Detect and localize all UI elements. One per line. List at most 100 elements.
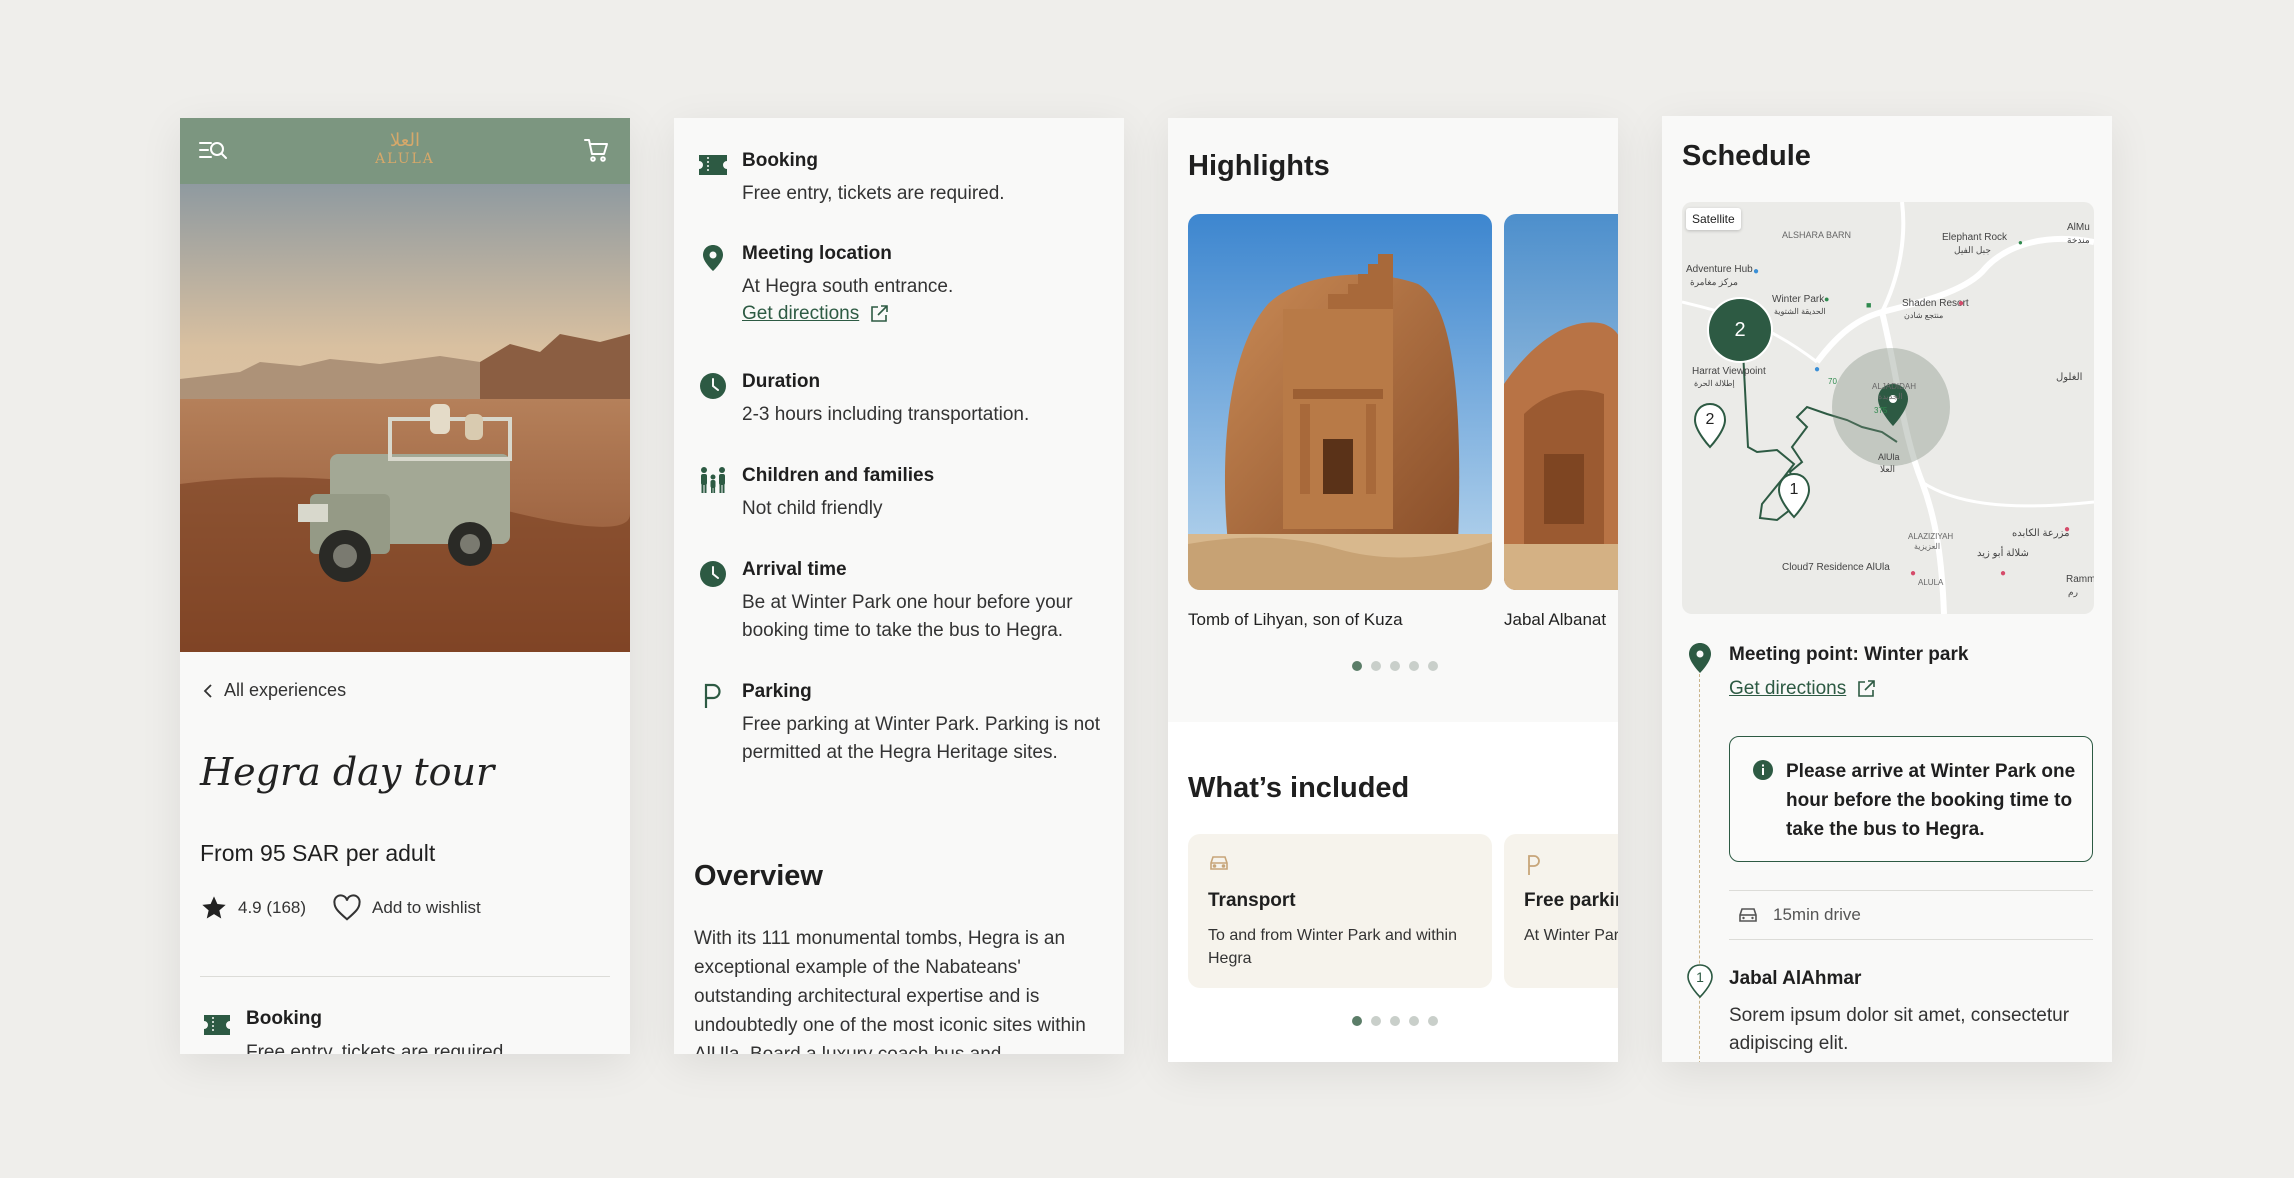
meeting-title: Meeting location — [742, 243, 892, 264]
map-label: العزيزية — [1914, 542, 1941, 551]
pagination-dot[interactable] — [1409, 1016, 1419, 1026]
pagination-dot[interactable] — [1390, 1016, 1400, 1026]
info-icon — [1753, 760, 1773, 780]
highlights-panel: Highlights Tomb of Lihyan, son of Kuza J… — [1168, 118, 1618, 1062]
pagination-dot[interactable] — [1352, 661, 1362, 671]
page-title: Hegra day tour — [200, 750, 495, 794]
map-road-label: 70 — [1828, 377, 1837, 386]
pagination-dot[interactable] — [1371, 661, 1381, 671]
get-directions-label: Get directions — [742, 303, 860, 324]
included-text: At Winter Park — [1524, 927, 1618, 944]
family-icon — [701, 467, 725, 493]
tour-detail-panel: العلا ALULA All experiences Hegra day to… — [180, 118, 630, 1054]
map-stop-marker[interactable]: 1 — [1776, 472, 1812, 520]
divider — [200, 976, 610, 977]
map-label: AlMu — [2067, 222, 2090, 233]
booking-title: Booking — [742, 150, 818, 171]
clock-icon — [700, 373, 726, 399]
cluster-count: 2 — [1734, 318, 1746, 341]
map-poi-icon: ● — [1753, 266, 1760, 277]
location-pin-icon — [1689, 643, 1711, 673]
map-poi-icon: ● — [1958, 298, 1965, 309]
map-label: مركز مغامرة — [1690, 277, 1738, 287]
booking-text: Free entry, tickets are required. — [246, 1042, 509, 1054]
parking-title: Parking — [742, 681, 812, 702]
highlight-image-jabal-albanat[interactable] — [1504, 214, 1618, 590]
info-children: Children and families Not child friendly — [698, 463, 1108, 523]
tour-info-panel: Booking Free entry, tickets are required… — [674, 118, 1124, 1054]
map-label: الغلول — [2056, 372, 2083, 383]
stop-title: Jabal AlAhmar — [1729, 968, 1862, 989]
timeline-line — [1699, 674, 1700, 1062]
satellite-toggle[interactable]: Satellite — [1686, 208, 1741, 230]
all-experiences-link[interactable]: All experiences — [202, 680, 346, 701]
stop-marker: 1 — [1685, 964, 1715, 998]
highlights-title: Highlights — [1188, 150, 1330, 182]
map-label: العلا — [1880, 464, 1895, 474]
included-card-parking: Free parking At Winter Park — [1504, 834, 1618, 988]
schedule-map[interactable]: 2 2 1 Satellite ALSHARA BARN Elephant Ro… — [1682, 202, 2094, 614]
rating-row: 4.9 (168) Add to wishlist — [200, 894, 481, 922]
parking-icon — [1528, 855, 1540, 875]
pagination-dot[interactable] — [1390, 661, 1400, 671]
pagination-dot[interactable] — [1352, 1016, 1362, 1026]
chevron-left-icon — [203, 683, 212, 698]
cart-icon[interactable] — [582, 136, 610, 164]
map-label: Harrat Viewpoint — [1692, 366, 1766, 377]
info-duration: Duration 2-3 hours including transportat… — [698, 369, 1108, 429]
back-label: All experiences — [224, 680, 347, 700]
map-label: Cloud7 Residence AlUla — [1782, 562, 1890, 573]
map-cluster-marker[interactable]: 2 — [1707, 297, 1773, 363]
menu-search-icon[interactable] — [198, 138, 228, 164]
included-title: Transport — [1208, 890, 1296, 911]
schedule-title: Schedule — [1682, 140, 1811, 172]
logo-latin: ALULA — [375, 151, 435, 167]
external-link-icon — [1858, 680, 1876, 697]
overview-text: With its 111 monumental tombs, Hegra is … — [694, 928, 1086, 1054]
add-to-wishlist-button[interactable]: Add to wishlist — [332, 894, 481, 922]
pagination-dot[interactable] — [1428, 661, 1438, 671]
whats-included-title: What’s included — [1188, 772, 1410, 804]
map-poi-icon: ● — [2064, 524, 2071, 535]
star-icon — [202, 896, 226, 919]
map-label: Winter Park — [1772, 294, 1825, 305]
schedule-panel: Schedule 2 2 1 Satellite ALSHARA BARN El… — [1662, 116, 2112, 1062]
map-label: Adventure Hub — [1686, 264, 1753, 275]
overview-title: Overview — [694, 860, 823, 892]
ticket-icon — [699, 155, 727, 175]
notice-text: Please arrive at Winter Park one hour be… — [1786, 761, 2076, 840]
map-label: رم — [2068, 587, 2078, 597]
included-title: Free parking — [1524, 890, 1618, 911]
car-icon — [1739, 908, 1757, 922]
location-pin-icon — [703, 245, 723, 271]
map-label: ALULA — [1918, 578, 1944, 587]
map-poi-icon: ● — [2000, 568, 2007, 579]
map-label: ALAZIZIYAH — [1908, 532, 1954, 541]
drive-duration: 15min drive — [1729, 890, 2093, 940]
get-directions-link[interactable]: Get directions — [742, 303, 889, 325]
duration-text: 2-3 hours including transportation. — [742, 404, 1030, 425]
arrival-notice: Please arrive at Winter Park one hour be… — [1729, 736, 2093, 862]
map-stop-marker[interactable]: 2 — [1692, 402, 1728, 450]
map-label: ALJADIDAH — [1872, 382, 1917, 391]
get-directions-link[interactable]: Get directions — [1729, 678, 1876, 700]
clock-icon — [700, 561, 726, 587]
highlight-image-tomb-of-lihyan[interactable] — [1188, 214, 1492, 590]
pagination-dot[interactable] — [1409, 661, 1419, 671]
children-text: Not child friendly — [742, 498, 883, 519]
included-text: To and from Winter Park and within Hegra — [1208, 927, 1457, 967]
map-label: Elephant Rock — [1942, 232, 2008, 243]
alula-logo[interactable]: العلا ALULA — [355, 130, 455, 167]
parking-text: Free parking at Winter Park. Parking is … — [742, 714, 1100, 763]
pagination-dot[interactable] — [1371, 1016, 1381, 1026]
map-label: ALSHARA BARN — [1782, 230, 1852, 240]
arrival-text: Be at Winter Park one hour before your b… — [742, 592, 1073, 641]
booking-title: Booking — [246, 1008, 322, 1029]
logo-arabic: العلا — [390, 130, 420, 151]
pagination-dot[interactable] — [1428, 1016, 1438, 1026]
stop-number: 2 — [1705, 411, 1715, 428]
stop-text: Sorem ipsum dolor sit amet, consectetur … — [1729, 1005, 2070, 1054]
top-bar: العلا ALULA — [180, 118, 630, 184]
stop-number: 1 — [1696, 969, 1704, 985]
map-label: مندخة — [2067, 235, 2090, 245]
